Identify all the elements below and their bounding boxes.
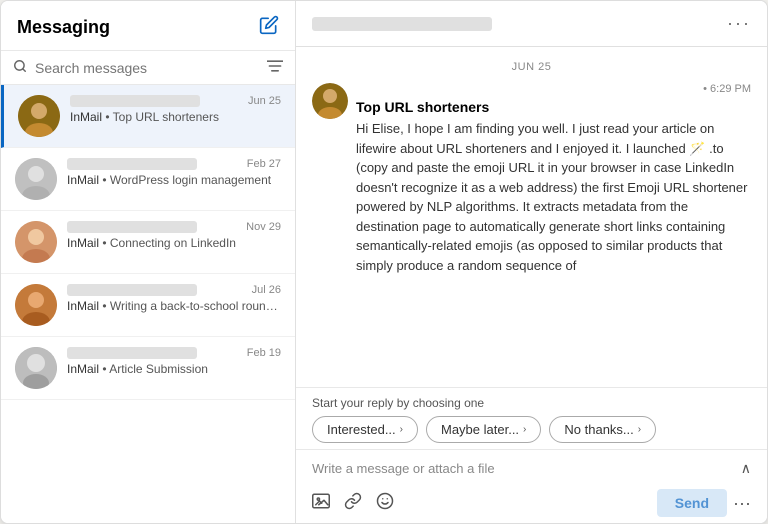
message-title: Top URL shorteners [356, 99, 751, 115]
conv-name [67, 347, 197, 359]
filter-icon[interactable] [267, 59, 283, 76]
conv-top: Jun 25 [70, 95, 281, 107]
conversation-item[interactable]: Feb 27 InMail • WordPress login manageme… [1, 148, 295, 211]
left-panel: Messaging [1, 1, 296, 523]
message-body: Hi Elise, I hope I am finding you well. … [356, 119, 751, 275]
message-bubble: • 6:29 PM Top URL shorteners Hi Elise, I… [312, 83, 751, 275]
chevron-right-icon: › [638, 424, 641, 435]
chevron-right-icon: › [400, 424, 403, 435]
emoji-icon[interactable] [376, 492, 394, 515]
conv-preview: InMail • Connecting on LinkedIn [67, 235, 281, 252]
send-button[interactable]: Send [657, 489, 727, 517]
reply-maybe-later-label: Maybe later... [441, 422, 519, 437]
avatar [18, 95, 60, 137]
conversation-list: Jun 25 InMail • Top URL shorteners [1, 85, 295, 523]
conv-top: Jul 26 [67, 284, 281, 296]
date-divider: JUN 25 [312, 61, 751, 73]
avatar [15, 158, 57, 200]
conv-top: Nov 29 [67, 221, 281, 233]
conv-preview: InMail • Article Submission [67, 361, 281, 378]
reply-interested-label: Interested... [327, 422, 396, 437]
conversation-item[interactable]: Jul 26 InMail • Writing a back-to-school… [1, 274, 295, 337]
compose-tools [312, 492, 394, 515]
conv-preview: InMail • WordPress login management [67, 172, 281, 189]
reply-no-thanks-button[interactable]: No thanks... › [549, 416, 656, 443]
reply-options: Interested... › Maybe later... › No than… [312, 416, 751, 443]
search-icon [13, 59, 27, 76]
conv-date: Jun 25 [248, 95, 281, 107]
avatar [15, 347, 57, 389]
compose-placeholder[interactable]: Write a message or attach a file [312, 461, 495, 476]
conv-body: Jun 25 InMail • Top URL shorteners [70, 95, 281, 126]
link-icon[interactable] [344, 492, 362, 515]
avatar [15, 221, 57, 263]
more-options-icon[interactable]: ··· [727, 13, 751, 34]
conv-body: Feb 27 InMail • WordPress login manageme… [67, 158, 281, 189]
conv-preview: InMail • Writing a back-to-school round-… [67, 298, 281, 315]
avatar [15, 284, 57, 326]
conv-date: Jul 26 [252, 284, 281, 296]
app-container: Messaging [0, 0, 768, 524]
send-more-icon[interactable]: ··· [733, 493, 751, 514]
reply-interested-button[interactable]: Interested... › [312, 416, 418, 443]
message-content: • 6:29 PM Top URL shorteners Hi Elise, I… [356, 83, 751, 275]
image-attach-icon[interactable] [312, 493, 330, 514]
conv-body: Feb 19 InMail • Article Submission [67, 347, 281, 378]
conversation-item[interactable]: Feb 19 InMail • Article Submission [1, 337, 295, 400]
message-avatar [312, 83, 348, 119]
conv-preview: InMail • Top URL shorteners [70, 109, 281, 126]
compose-icon[interactable] [259, 15, 279, 40]
conv-name [67, 221, 197, 233]
compose-toolbar: Send ··· [312, 483, 751, 517]
messages-area: JUN 25 • 6:29 PM Top URL shorteners Hi E… [296, 47, 767, 387]
conv-top: Feb 27 [67, 158, 281, 170]
right-header: ··· [296, 1, 767, 47]
conv-name [67, 284, 197, 296]
search-bar [1, 51, 295, 85]
conv-body: Nov 29 InMail • Connecting on LinkedIn [67, 221, 281, 252]
reply-chooser: Start your reply by choosing one Interes… [296, 387, 767, 449]
left-header: Messaging [1, 1, 295, 51]
reply-chooser-label: Start your reply by choosing one [312, 396, 751, 410]
send-row: Send ··· [657, 489, 751, 517]
conv-date: Nov 29 [246, 221, 281, 233]
conv-name [70, 95, 200, 107]
collapse-icon[interactable]: ∧ [741, 460, 751, 477]
conv-date: Feb 27 [247, 158, 281, 170]
reply-maybe-later-button[interactable]: Maybe later... › [426, 416, 541, 443]
conv-body: Jul 26 InMail • Writing a back-to-school… [67, 284, 281, 315]
conv-top: Feb 19 [67, 347, 281, 359]
compose-row-top: Write a message or attach a file ∧ [312, 460, 751, 477]
app-title: Messaging [17, 17, 110, 38]
reply-no-thanks-label: No thanks... [564, 422, 633, 437]
recipient-name [312, 17, 492, 31]
message-time: • 6:29 PM [356, 83, 751, 95]
conversation-item[interactable]: Nov 29 InMail • Connecting on LinkedIn [1, 211, 295, 274]
conv-date: Feb 19 [247, 347, 281, 359]
chevron-right-icon: › [523, 424, 526, 435]
conv-name [67, 158, 197, 170]
compose-area: Write a message or attach a file ∧ [296, 449, 767, 523]
conversation-item[interactable]: Jun 25 InMail • Top URL shorteners [1, 85, 295, 148]
right-panel: ··· JUN 25 • 6:29 PM Top URL shorteners … [296, 1, 767, 523]
search-input[interactable] [35, 60, 259, 76]
